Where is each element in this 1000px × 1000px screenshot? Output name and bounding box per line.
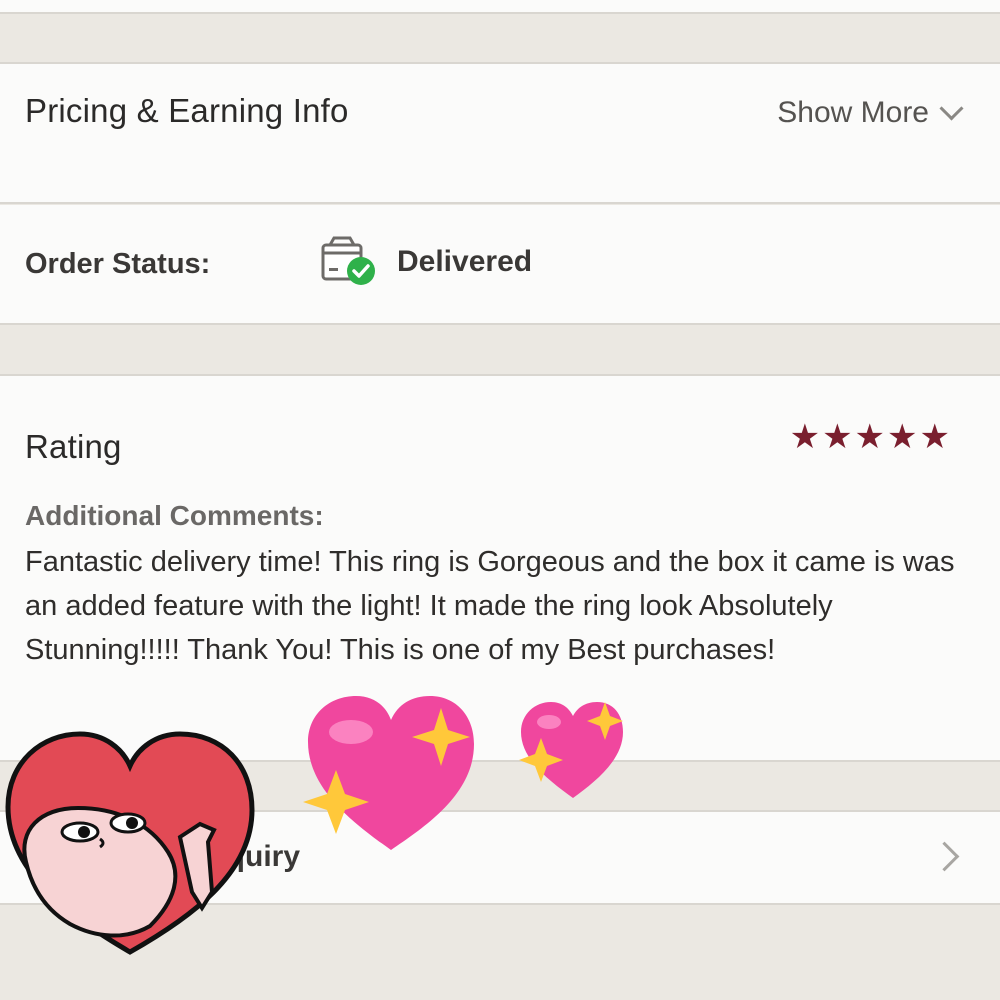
star-icon: ★ <box>919 418 950 456</box>
star-icon: ★ <box>822 418 853 456</box>
additional-comments-label: Additional Comments: <box>25 500 324 531</box>
sparkling-heart-icon <box>303 696 474 850</box>
order-status-label: Order Status: <box>25 248 211 280</box>
order-status-value: Delivered <box>397 245 533 278</box>
rating-title: Rating <box>25 428 122 465</box>
star-icon: ★ <box>789 418 821 456</box>
star-rating: ★ ★ ★ ★ ★ <box>790 420 950 454</box>
top-card-edge <box>0 0 1000 14</box>
additional-comments-text: Fantastic delivery time! This ring is Go… <box>25 546 955 666</box>
star-icon: ★ <box>854 418 886 456</box>
chevron-right-icon <box>929 841 960 872</box>
rating-section: Rating ★ ★ ★ ★ ★ Additional Comments: Fa… <box>0 374 1000 762</box>
pricing-section: Pricing & Earning Info Show More <box>0 62 1000 204</box>
order-status-section: Order Status: Delivered <box>0 205 1000 325</box>
pricing-title: Pricing & Earning Info <box>25 92 349 129</box>
sparkling-heart-icon <box>519 702 623 798</box>
star-icon: ★ <box>887 418 918 456</box>
show-more-button[interactable]: Show More <box>777 95 964 130</box>
box-check-icon <box>321 236 375 285</box>
show-more-label: Show More <box>777 96 929 129</box>
chevron-down-icon <box>939 95 964 121</box>
heart-face-sticker <box>5 731 255 955</box>
